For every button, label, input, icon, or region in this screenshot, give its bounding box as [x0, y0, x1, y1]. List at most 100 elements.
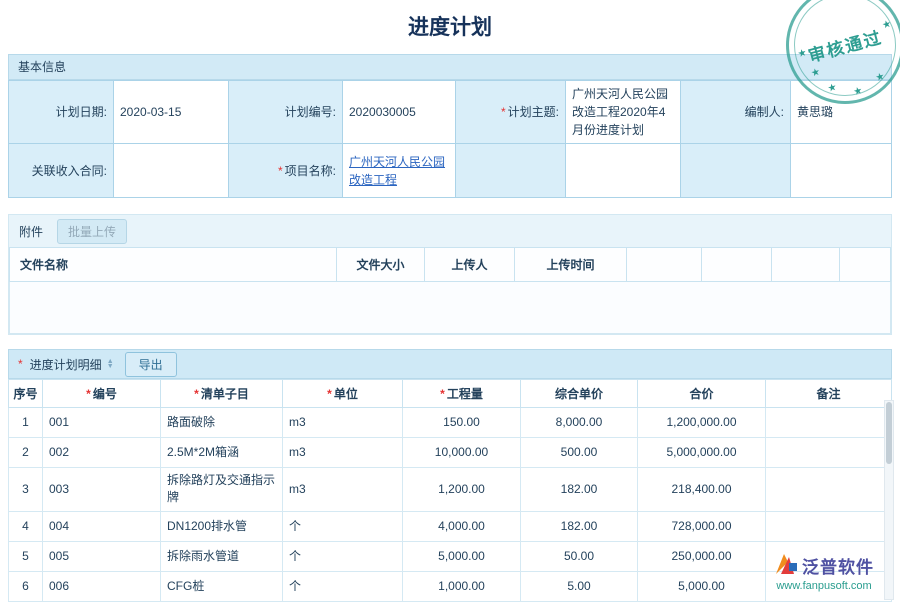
- cell-code: 005: [43, 541, 161, 571]
- empty-label-cell: [456, 144, 566, 198]
- plan-no-value: 2020030005: [343, 81, 456, 144]
- plan-subject-label: *计划主题:: [456, 81, 566, 144]
- cell-code: 001: [43, 408, 161, 438]
- basic-info-section: 基本信息 计划日期: 2020-03-15 计划编号: 2020030005 *…: [8, 54, 892, 198]
- col-header-unit: *单位: [283, 380, 403, 408]
- related-contract-label: 关联收入合同:: [9, 144, 114, 198]
- cell-seq: 2: [9, 438, 43, 468]
- col-header-remark: 备注: [766, 380, 892, 408]
- cell-quantity: 5,000.00: [403, 541, 521, 571]
- plan-date-label: 计划日期:: [9, 81, 114, 144]
- cell-remark: [766, 511, 892, 541]
- col-header-empty: [772, 248, 840, 282]
- cell-total: 5,000,000.00: [638, 438, 766, 468]
- attachments-title: 附件: [19, 223, 43, 240]
- col-header-item: *清单子目: [161, 380, 283, 408]
- col-label: 综合单价: [555, 387, 603, 401]
- empty-value-cell: [791, 144, 892, 198]
- required-marker: *: [18, 357, 23, 371]
- cell-unit-price: 500.00: [521, 438, 638, 468]
- plan-subject-value: 广州天河人民公园改造工程2020年4月份进度计划: [566, 81, 681, 144]
- cell-remark: [766, 468, 892, 512]
- cell-total: 250,000.00: [638, 541, 766, 571]
- col-header-upload-time: 上传时间: [515, 248, 627, 282]
- cell-total: 218,400.00: [638, 468, 766, 512]
- cell-item: DN1200排水管: [161, 511, 283, 541]
- fanpu-logo-icon: [774, 552, 798, 579]
- cell-item: 拆除雨水管道: [161, 541, 283, 571]
- col-label: 工程量: [447, 387, 483, 401]
- required-marker: *: [194, 387, 199, 401]
- attachments-table: 文件名称 文件大小 上传人 上传时间: [9, 247, 891, 282]
- col-label: 合价: [689, 387, 713, 401]
- cell-unit: 个: [283, 571, 403, 601]
- table-row: 4 004 DN1200排水管 个 4,000.00 182.00 728,00…: [9, 511, 892, 541]
- col-label: 序号: [13, 387, 37, 401]
- col-header-empty: [627, 248, 702, 282]
- cell-unit-price: 5.00: [521, 571, 638, 601]
- col-label: 单位: [334, 387, 358, 401]
- required-marker: *: [440, 387, 445, 401]
- empty-value-cell: [566, 144, 681, 198]
- required-marker: *: [86, 387, 91, 401]
- fanpu-brand: 泛普软件 www.fanpusoft.com: [758, 552, 890, 592]
- required-marker: *: [327, 387, 332, 401]
- col-header-uploader: 上传人: [425, 248, 515, 282]
- required-marker: *: [278, 164, 283, 178]
- project-name-label-text: 项目名称:: [285, 164, 336, 178]
- cell-unit-price: 8,000.00: [521, 408, 638, 438]
- cell-seq: 3: [9, 468, 43, 512]
- creator-label: 编制人:: [681, 81, 791, 144]
- details-header-row: 序号 *编号 *清单子目 *单位 *工程量 综合单价 合价 备注: [9, 380, 892, 408]
- details-header-bar: * 进度计划明细 ▲▼ 导出: [8, 349, 892, 379]
- plan-date-value: 2020-03-15: [114, 81, 229, 144]
- plan-subject-label-text: 计划主题:: [508, 105, 559, 119]
- col-header-file-name: 文件名称: [10, 248, 337, 282]
- export-button[interactable]: 导出: [125, 352, 177, 377]
- related-contract-value: [114, 144, 229, 198]
- cell-item: 路面破除: [161, 408, 283, 438]
- cell-code: 006: [43, 571, 161, 601]
- table-row: 1 001 路面破除 m3 150.00 8,000.00 1,200,000.…: [9, 408, 892, 438]
- cell-quantity: 4,000.00: [403, 511, 521, 541]
- cell-seq: 5: [9, 541, 43, 571]
- cell-item: CFG桩: [161, 571, 283, 601]
- cell-code: 004: [43, 511, 161, 541]
- cell-quantity: 10,000.00: [403, 438, 521, 468]
- batch-upload-button[interactable]: 批量上传: [57, 219, 127, 244]
- cell-item: 拆除路灯及交通指示牌: [161, 468, 283, 512]
- required-marker: *: [501, 105, 506, 119]
- col-label: 清单子目: [201, 387, 249, 401]
- cell-seq: 6: [9, 571, 43, 601]
- cell-quantity: 150.00: [403, 408, 521, 438]
- page-title: 进度计划: [0, 0, 900, 54]
- basic-info-header: 基本信息: [8, 54, 892, 80]
- details-scrollbar-thumb[interactable]: [886, 402, 892, 464]
- col-header-total: 合价: [638, 380, 766, 408]
- table-row: 3 003 拆除路灯及交通指示牌 m3 1,200.00 182.00 218,…: [9, 468, 892, 512]
- col-header-quantity: *工程量: [403, 380, 521, 408]
- col-header-seq: 序号: [9, 380, 43, 408]
- cell-quantity: 1,000.00: [403, 571, 521, 601]
- basic-info-table: 计划日期: 2020-03-15 计划编号: 2020030005 *计划主题:…: [8, 80, 892, 198]
- cell-unit: 个: [283, 511, 403, 541]
- cell-unit-price: 182.00: [521, 468, 638, 512]
- cell-quantity: 1,200.00: [403, 468, 521, 512]
- plan-no-label: 计划编号:: [229, 81, 343, 144]
- cell-code: 003: [43, 468, 161, 512]
- sort-arrows-icon[interactable]: ▲▼: [107, 359, 114, 369]
- cell-seq: 1: [9, 408, 43, 438]
- project-name-label: *项目名称:: [229, 144, 343, 198]
- col-header-code: *编号: [43, 380, 161, 408]
- basic-info-row: 关联收入合同: *项目名称: 广州天河人民公园改造工程: [9, 144, 892, 198]
- table-row: 2 002 2.5M*2M箱涵 m3 10,000.00 500.00 5,00…: [9, 438, 892, 468]
- project-name-cell: 广州天河人民公园改造工程: [343, 144, 456, 198]
- col-label: 备注: [816, 387, 840, 401]
- cell-total: 728,000.00: [638, 511, 766, 541]
- brand-url: www.fanpusoft.com: [758, 580, 890, 592]
- attachments-toolbar: 附件 批量上传: [9, 215, 891, 247]
- project-name-link[interactable]: 广州天河人民公园改造工程: [349, 155, 445, 187]
- cell-code: 002: [43, 438, 161, 468]
- cell-remark: [766, 438, 892, 468]
- col-header-file-size: 文件大小: [337, 248, 425, 282]
